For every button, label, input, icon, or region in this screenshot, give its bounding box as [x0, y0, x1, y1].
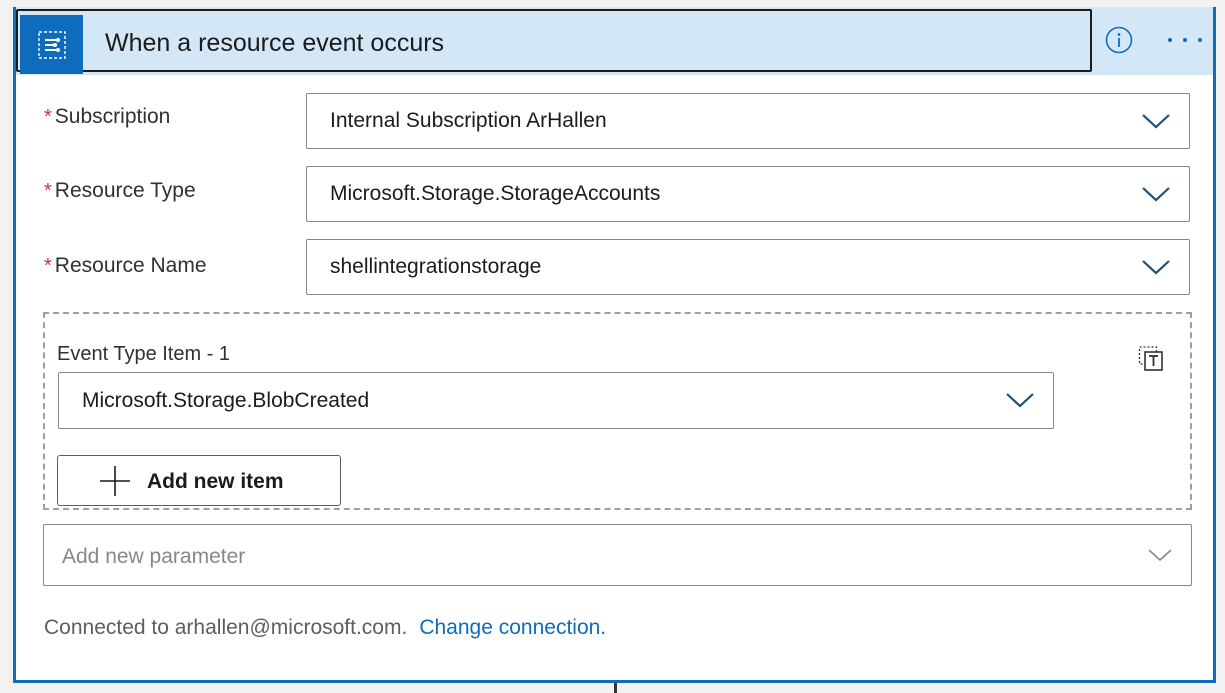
event-type-value: Microsoft.Storage.BlobCreated [82, 389, 370, 412]
subscription-label: * Subscription [44, 105, 170, 129]
more-options-icon[interactable] [1168, 25, 1202, 55]
add-parameter-dropdown[interactable]: Add new parameter [43, 524, 1192, 586]
resource-type-label: * Resource Type [44, 179, 196, 203]
subscription-value: Internal Subscription ArHallen [330, 109, 607, 132]
resource-name-value: shellintegrationstorage [330, 255, 542, 278]
card-title-box[interactable]: When a resource event occurs [16, 9, 1092, 74]
resource-type-dropdown[interactable]: Microsoft.Storage.StorageAccounts [306, 166, 1190, 222]
resource-name-label-text: Resource Name [54, 254, 207, 277]
info-icon[interactable] [1105, 26, 1133, 54]
required-marker: * [44, 255, 52, 277]
resource-name-dropdown[interactable]: shellintegrationstorage [306, 239, 1190, 295]
subscription-label-text: Subscription [54, 105, 171, 128]
chevron-down-icon [1006, 393, 1034, 408]
event-type-item-label: Event Type Item - 1 [57, 343, 231, 365]
trigger-card: When a resource event occurs * Subscripti… [13, 7, 1216, 683]
card-title: When a resource event occurs [105, 29, 445, 57]
plus-icon [100, 466, 130, 496]
add-new-item-label: Add new item [147, 470, 284, 493]
resource-type-label-text: Resource Type [54, 179, 196, 202]
connection-info: Connected to arhallen@microsoft.com. Chan… [44, 616, 606, 640]
add-parameter-placeholder: Add new parameter [62, 545, 246, 568]
required-marker: * [44, 106, 52, 128]
event-type-array: Event Type Item - 1 Microsoft.Storage.Bl… [43, 312, 1192, 510]
chevron-down-icon [1142, 187, 1170, 202]
event-type-dropdown[interactable]: Microsoft.Storage.BlobCreated [58, 372, 1054, 429]
chevron-down-icon [1142, 260, 1170, 275]
chevron-down-icon [1148, 549, 1172, 562]
resource-type-value: Microsoft.Storage.StorageAccounts [330, 182, 661, 205]
add-new-item-button[interactable]: Add new item [57, 455, 341, 506]
chevron-down-icon [1142, 114, 1170, 129]
subscription-dropdown[interactable]: Internal Subscription ArHallen [306, 93, 1190, 149]
card-header: When a resource event occurs [16, 7, 1213, 75]
connection-text: Connected to arhallen@microsoft.com. [44, 616, 408, 639]
event-grid-icon [20, 15, 83, 74]
flow-connector [614, 683, 617, 693]
switch-to-text-mode-icon[interactable] [1138, 344, 1164, 372]
required-marker: * [44, 180, 52, 202]
resource-name-label: * Resource Name [44, 254, 207, 278]
change-connection-link[interactable]: Change connection. [419, 616, 606, 639]
